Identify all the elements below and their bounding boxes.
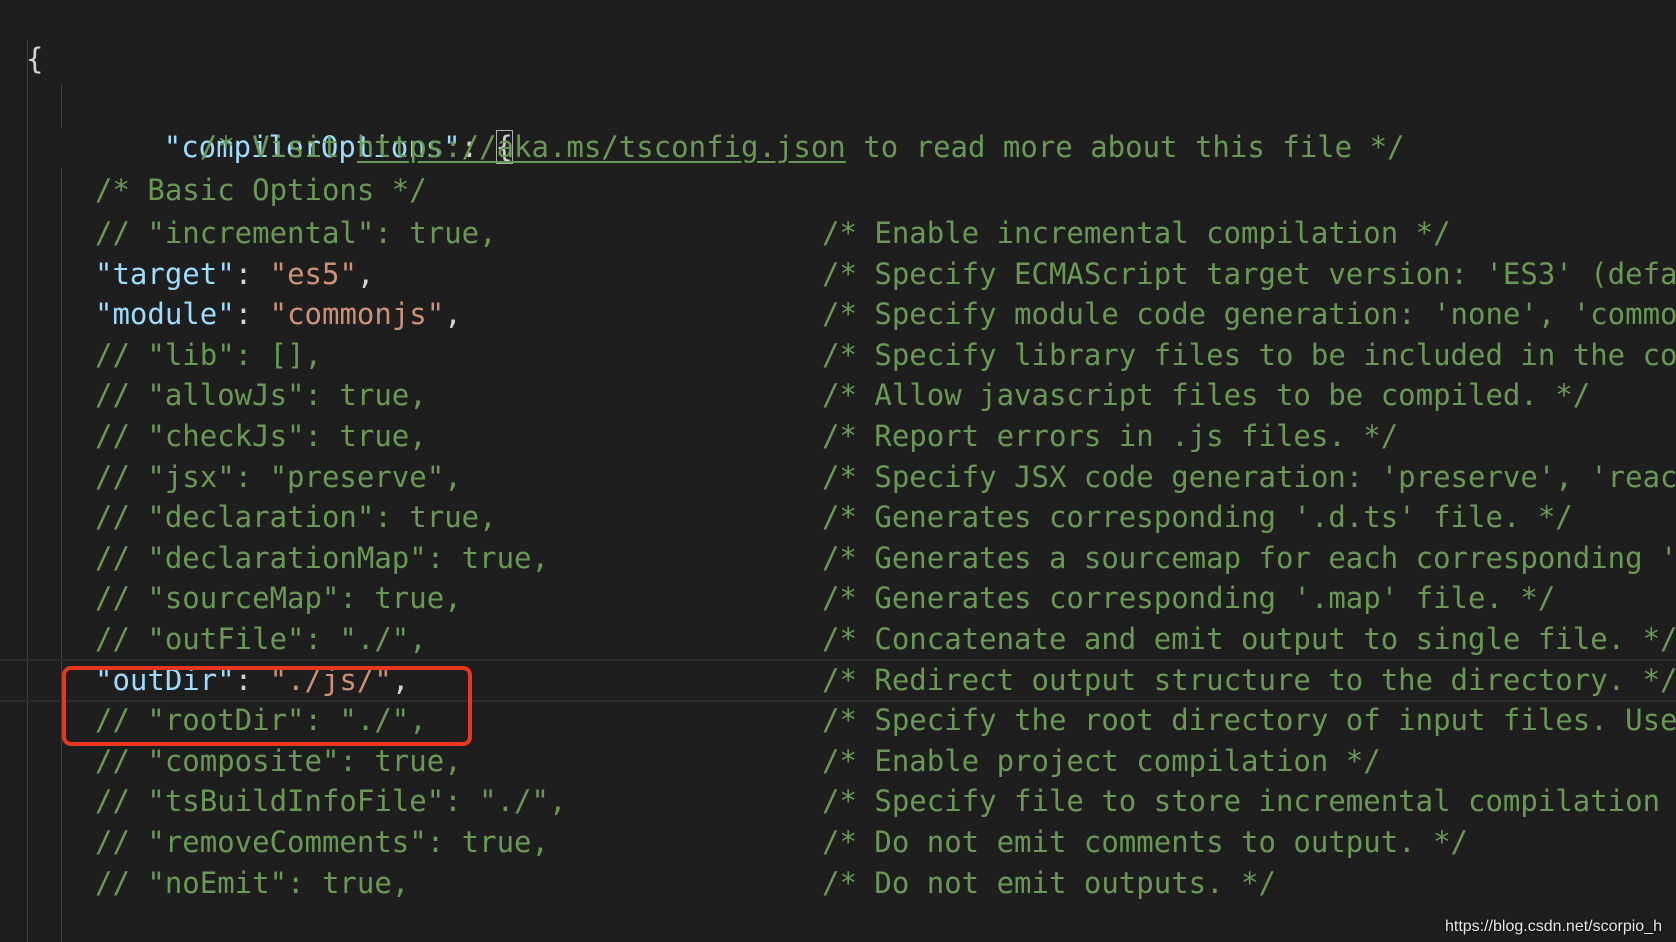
option-line[interactable]: // "composite": true, /* Enable project c… bbox=[0, 740, 1676, 783]
option-line[interactable]: // "jsx": "preserve", /* Specify JSX code… bbox=[0, 456, 1676, 499]
option-line[interactable]: // "declaration": true, /* Generates corr… bbox=[0, 496, 1676, 539]
option-value: "commonjs" bbox=[269, 297, 445, 331]
option-description-comment: /* Specify library files to be included … bbox=[822, 338, 1676, 372]
option-key: "module" bbox=[95, 297, 235, 331]
visit-comment-prefix: /* Visit bbox=[199, 130, 357, 164]
option-line[interactable]: // "lib": [], /* Specify library files to… bbox=[0, 334, 1676, 377]
basic-options-comment: /* Basic Options */ bbox=[95, 173, 427, 207]
option-description-comment: /* Redirect output structure to the dire… bbox=[822, 663, 1676, 697]
option-code: // "noEmit": true, bbox=[95, 866, 410, 900]
option-line[interactable]: "module": "commonjs", /* Specify module c… bbox=[0, 293, 1676, 336]
option-code: // "incremental": true, bbox=[95, 216, 497, 250]
option-line[interactable]: // "noEmit": true, /* Do not emit outputs… bbox=[0, 862, 1676, 905]
option-code: // "lib": [], bbox=[95, 338, 322, 372]
option-code: "module": "commonjs", bbox=[95, 293, 462, 336]
option-code: // "allowJs": true, bbox=[95, 378, 427, 412]
option-line[interactable]: "target": "es5", /* Specify ECMAScript ta… bbox=[0, 253, 1676, 296]
option-description-comment: /* Specify file to store incremental com… bbox=[822, 784, 1661, 818]
option-code: // "rootDir": "./", bbox=[95, 703, 427, 737]
option-description-comment: /* Enable project compilation */ bbox=[822, 744, 1381, 778]
option-description-comment: /* Do not emit comments to output. */ bbox=[822, 825, 1469, 859]
option-line[interactable]: // "sourceMap": true, /* Generates corres… bbox=[0, 577, 1676, 620]
option-line[interactable]: // "outFile": "./", /* Concatenate and em… bbox=[0, 618, 1676, 661]
option-key: "outDir" bbox=[95, 663, 235, 697]
option-colon: : bbox=[234, 297, 270, 331]
option-line[interactable]: // "tsBuildInfoFile": "./", /* Specify fi… bbox=[0, 780, 1676, 823]
option-description-comment: /* Enable incremental compilation */ bbox=[822, 216, 1451, 250]
option-description-comment: /* Specify JSX code generation: 'preserv… bbox=[822, 460, 1676, 494]
code-line[interactable]: { bbox=[0, 0, 1676, 76]
option-description-comment: /* Specify module code generation: 'none… bbox=[822, 297, 1676, 331]
option-code: // "jsx": "preserve", bbox=[95, 460, 462, 494]
option-comma: , bbox=[356, 257, 375, 291]
option-colon: : bbox=[234, 257, 270, 291]
option-line[interactable]: // "rootDir": "./", /* Specify the root d… bbox=[0, 699, 1676, 742]
option-line[interactable]: // "incremental": true, /* Enable increme… bbox=[0, 212, 1676, 255]
option-description-comment: /* Generates corresponding '.d.ts' file.… bbox=[822, 500, 1573, 534]
option-line[interactable]: "outDir": "./js/", /* Redirect output str… bbox=[0, 659, 1676, 702]
option-code: // "declaration": true, bbox=[95, 500, 497, 534]
code-line[interactable]: /* Visit https://aka.ms/tsconfig.json to… bbox=[0, 83, 1676, 164]
option-code: "outDir": "./js/", bbox=[95, 661, 409, 700]
option-line[interactable]: // "allowJs": true, /* Allow javascript f… bbox=[0, 374, 1676, 417]
tsconfig-link[interactable]: https://aka.ms/tsconfig.json bbox=[357, 130, 846, 164]
option-code: "target": "es5", bbox=[95, 253, 374, 296]
code-line[interactable]: "compilerOptions": { bbox=[0, 40, 1676, 164]
option-description-comment: /* Concatenate and emit output to single… bbox=[822, 622, 1676, 656]
visit-comment-suffix: to read more about this file */ bbox=[845, 130, 1405, 164]
option-code: // "outFile": "./", bbox=[95, 622, 427, 656]
option-description-comment: /* Report errors in .js files. */ bbox=[822, 419, 1399, 453]
option-description-comment: /* Specify the root directory of input f… bbox=[822, 703, 1676, 737]
code-line[interactable]: /* Basic Options */ bbox=[0, 169, 1676, 212]
option-description-comment: /* Generates a sourcemap for each corres… bbox=[822, 541, 1676, 575]
option-description-comment: /* Generates corresponding '.map' file. … bbox=[822, 581, 1556, 615]
option-code: // "composite": true, bbox=[95, 744, 462, 778]
option-colon: : bbox=[234, 663, 270, 697]
option-code: // "declarationMap": true, bbox=[95, 541, 549, 575]
watermark: https://blog.csdn.net/scorpio_h bbox=[1444, 918, 1662, 935]
option-description-comment: /* Allow javascript files to be compiled… bbox=[822, 378, 1591, 412]
option-description-comment: /* Do not emit outputs. */ bbox=[822, 866, 1276, 900]
option-code: // "removeComments": true, bbox=[95, 825, 549, 859]
code-editor[interactable]: { "compilerOptions": { /* Visit https://… bbox=[0, 0, 1676, 942]
option-line[interactable]: // "checkJs": true, /* Report errors in .… bbox=[0, 415, 1676, 458]
option-value: "es5" bbox=[269, 257, 357, 291]
option-description-comment: /* Specify ECMAScript target version: 'E… bbox=[822, 257, 1676, 291]
option-key: "target" bbox=[95, 257, 235, 291]
option-line[interactable]: // "removeComments": true, /* Do not emit… bbox=[0, 821, 1676, 864]
option-value: "./js/" bbox=[269, 663, 392, 697]
option-line[interactable]: // "declarationMap": true, /* Generates a… bbox=[0, 537, 1676, 580]
option-code: // "tsBuildInfoFile": "./", bbox=[95, 784, 567, 818]
option-comma: , bbox=[391, 663, 410, 697]
option-comma: , bbox=[444, 297, 462, 331]
option-code: // "checkJs": true, bbox=[95, 419, 427, 453]
option-code: // "sourceMap": true, bbox=[95, 581, 462, 615]
